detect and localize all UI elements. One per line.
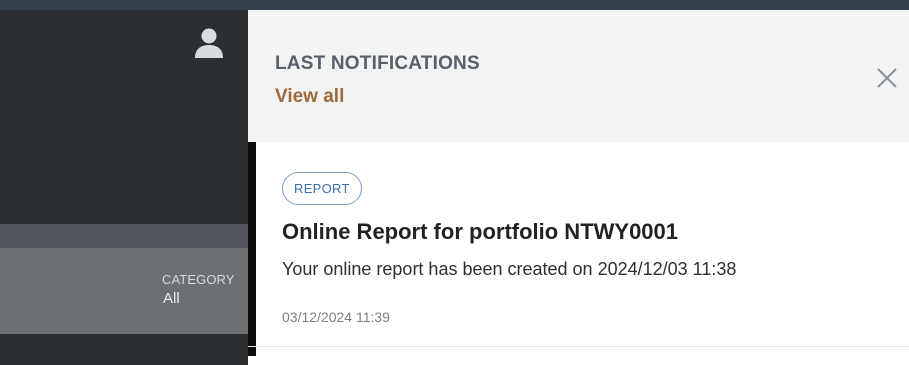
top-strip — [0, 0, 909, 10]
close-icon[interactable] — [874, 65, 900, 91]
notifications-header: LAST NOTIFICATIONS View all — [248, 10, 909, 142]
notification-item[interactable]: REPORT Online Report for portfolio NTWY0… — [248, 142, 909, 356]
category-filter-value[interactable]: All — [163, 290, 180, 307]
user-icon[interactable] — [194, 27, 224, 59]
divider — [248, 346, 909, 347]
category-badge: REPORT — [282, 172, 362, 205]
notification-title: Online Report for portfolio NTWY0001 — [282, 219, 679, 244]
unread-indicator — [248, 142, 256, 356]
notification-body: Your online report has been created on 2… — [282, 259, 737, 279]
view-all-link[interactable]: View all — [275, 86, 344, 108]
notifications-panel: LAST NOTIFICATIONS View all REPORT Onlin… — [248, 10, 909, 365]
filter-bar — [0, 224, 248, 248]
filter-row[interactable] — [0, 248, 248, 334]
panel-title: LAST NOTIFICATIONS — [275, 53, 480, 74]
notification-timestamp: 03/12/2024 11:39 — [282, 309, 390, 325]
category-filter-label: CATEGORY — [162, 272, 235, 287]
